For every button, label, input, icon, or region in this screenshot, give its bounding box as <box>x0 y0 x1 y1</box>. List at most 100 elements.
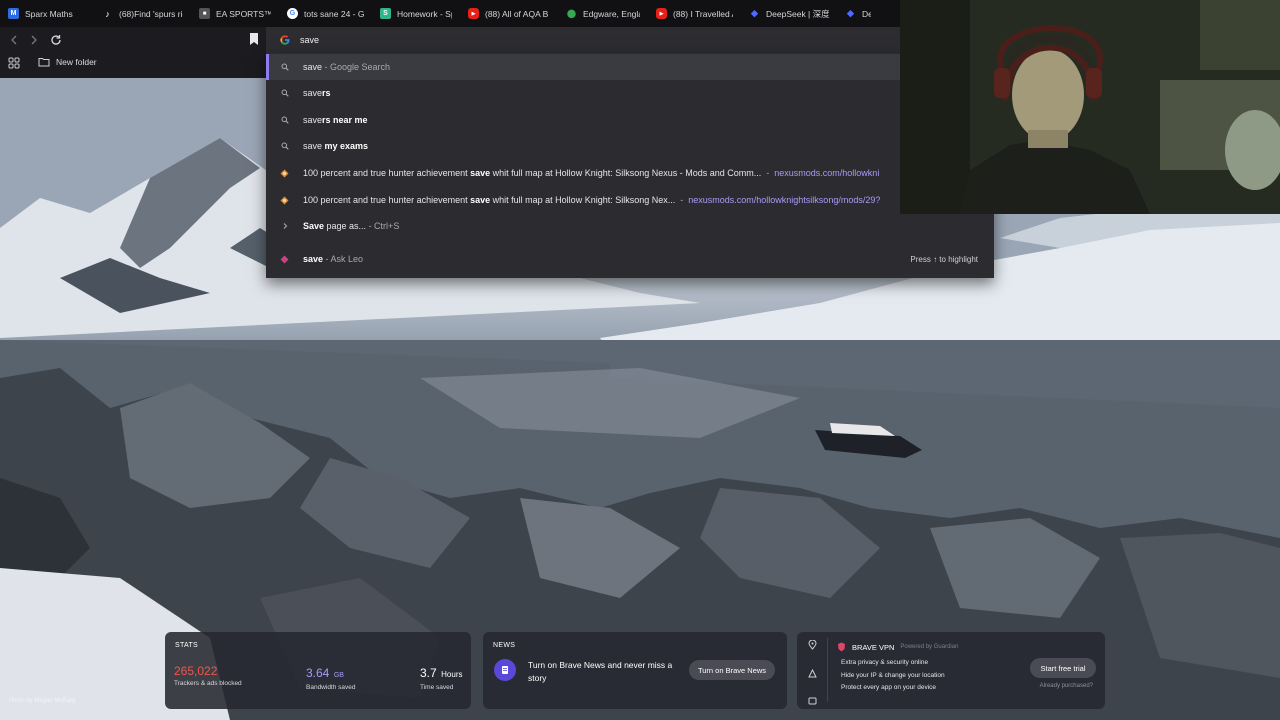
card-icon[interactable] <box>808 697 817 705</box>
vpn-divider <box>827 638 828 702</box>
browser-tab[interactable]: M Sparx Maths <box>0 0 94 27</box>
suggestion-row[interactable]: 100 percent and true hunter achievement … <box>266 187 994 213</box>
suggestion-row[interactable]: save my exams <box>266 133 994 159</box>
arrow-left-icon <box>11 35 17 45</box>
suggestion-row[interactable]: save - Ask Leo Press ↑ to highlight <box>266 246 994 272</box>
suggestion-text-part: save <box>303 62 323 72</box>
browser-tab[interactable]: ◆ DeepSeek | 深度 <box>741 0 837 27</box>
suggestion-row[interactable]: savers near me <box>266 107 994 133</box>
suggestion-row[interactable]: savers <box>266 80 994 106</box>
time-unit: Hours <box>441 670 463 679</box>
bookmark-page-icon[interactable] <box>248 32 260 46</box>
tab-title: EA SPORTS™ FC 2 <box>216 8 271 19</box>
suggestion-text-part: - Ask Leo <box>323 254 364 264</box>
suggestion-text-part: 100 percent and true hunter achievement <box>303 168 471 178</box>
news-widget: NEWS Turn on Brave News and never miss a… <box>483 632 787 709</box>
vpn-brand: BRAVE VPN <box>852 642 895 652</box>
warning-triangle-icon[interactable] <box>807 669 817 678</box>
suggestion-text-part: rs <box>322 88 331 98</box>
browser-tab[interactable]: ◆ DeepS <box>837 0 879 27</box>
suggestion-text: savers <box>303 88 331 98</box>
news-title: NEWS <box>493 642 516 649</box>
maps-favicon-icon: ⬤ <box>567 9 576 18</box>
vpn-feature-item: Extra privacy & security online <box>841 659 929 666</box>
suggestion-row[interactable]: 100 percent and true hunter achievement … <box>266 160 994 186</box>
autocomplete-dropdown: save - Google Search savers savers near me… <box>266 53 994 278</box>
apps-grid-icon[interactable] <box>8 57 20 69</box>
suggestion-text-part: save <box>303 88 323 98</box>
ds-favicon-icon: ◆ <box>847 8 854 18</box>
search-icon <box>280 116 289 125</box>
browser-tab[interactable]: Gtots sane 24 - Go <box>279 0 372 27</box>
search-icon <box>280 142 289 151</box>
bandwidth-label: Bandwidth saved <box>306 684 356 691</box>
tab-title: (88) All of AQA B <box>485 8 549 19</box>
trackers-value: 265,022 <box>174 664 218 678</box>
bookmark-folder[interactable]: New folder <box>38 57 97 67</box>
suggestion-row[interactable]: Save page as... - Ctrl+S <box>266 213 994 239</box>
photo-credit[interactable]: Photo by Megan McRaily <box>9 698 76 704</box>
browser-tab[interactable]: S Homework - Spa <box>372 0 460 27</box>
reload-button[interactable] <box>46 30 66 50</box>
suggestion-text-part: save <box>470 195 491 205</box>
widget-side-nav <box>807 640 817 705</box>
vpn-feature-item: Hide your IP & change your location <box>841 671 945 679</box>
address-input[interactable] <box>300 35 600 45</box>
M-favicon-icon: M <box>8 8 19 19</box>
keyboard-hint: Press ↑ to highlight <box>910 254 978 264</box>
browser-tab[interactable]: ■ EA SPORTS™ FC 2 <box>191 0 279 27</box>
tab-title: Homework - Spa <box>397 8 452 19</box>
suggestion-text-part: whit full map at Hollow Knight: Silksong… <box>490 168 762 178</box>
search-icon <box>280 89 289 98</box>
suggestion-url: nexusmods.com/hollowknightsilksong/mods/… <box>688 195 881 205</box>
start-free-trial-button[interactable]: Start free trial <box>1030 658 1096 678</box>
news-promo-text: Turn on Brave News and never miss a stor… <box>528 660 673 683</box>
G-favicon-icon: G <box>287 8 298 19</box>
location-pin-icon[interactable] <box>807 640 817 650</box>
webcam-video-image <box>900 0 1280 214</box>
yt-favicon-icon: ▶ <box>656 8 667 19</box>
brave-lion-icon <box>838 642 845 652</box>
suggestion-text-part: whit full map at Hollow Knight: Silksong… <box>490 195 676 205</box>
webcam-overlay <box>900 0 1280 214</box>
suggestion-text-part: - Ctrl+S <box>366 221 400 231</box>
suggestion-text-part: - Google Search <box>322 62 391 72</box>
suggestion-text-part: save <box>303 254 324 264</box>
suggestion-row[interactable]: save - Google Search <box>266 54 994 80</box>
browser-tab[interactable]: ▶ (88) I Travelled A <box>648 0 741 27</box>
suggestion-text-part: save <box>470 168 491 178</box>
search-icon <box>280 63 289 72</box>
browser-tab[interactable]: ♪ (68)Find 'spurs rig <box>94 0 191 27</box>
address-bar[interactable] <box>266 27 994 53</box>
suggestion-text-part: - <box>761 168 775 178</box>
turn-on-news-button[interactable]: Turn on Brave News <box>689 660 775 680</box>
browser-tab[interactable]: ▶ (88) All of AQA B <box>460 0 558 27</box>
suggestion-url: nexusmods.com/hollowkni <box>774 168 880 178</box>
tab-title: DeepS <box>862 8 871 19</box>
suggestion-text-part: page as... <box>324 221 367 231</box>
time-stat: 3.7 Hours Time saved <box>420 664 462 691</box>
time-label: Time saved <box>420 684 454 691</box>
vpn-powered-by: Powered by Guardian <box>900 644 959 650</box>
vpn-widget: BRAVE VPN Powered by Guardian Extra priv… <box>797 632 1105 709</box>
suggestion-text-part: my exams <box>322 141 369 151</box>
stats-title: STATS <box>175 642 199 649</box>
yt-favicon-icon: ▶ <box>468 8 479 19</box>
bandwidth-value: 3.64 <box>306 666 330 680</box>
suggestion-text: 100 percent and true hunter achievement … <box>303 168 879 178</box>
forward-button[interactable] <box>24 30 44 50</box>
nexus-icon <box>280 196 289 205</box>
nexus-icon <box>280 169 289 178</box>
back-button[interactable] <box>4 30 24 50</box>
arrow-right-icon <box>31 35 37 45</box>
suggestion-text-part: rs near me <box>322 115 368 125</box>
tab-title: tots sane 24 - Go <box>304 8 364 19</box>
S-favicon-icon: S <box>380 8 391 19</box>
suggestion-text-part: - <box>675 195 689 205</box>
newspaper-icon <box>502 666 508 674</box>
already-purchased-link[interactable]: Already purchased? <box>1040 683 1093 689</box>
browser-tab[interactable]: ⬤ Edgware, Englanc <box>558 0 648 27</box>
vpn-header: BRAVE VPN Powered by Guardian <box>837 642 958 652</box>
suggestion-text: save - Google Search <box>303 62 390 72</box>
stats-widget: STATS 265,022 Trackers & ads blocked 3.6… <box>165 632 471 709</box>
